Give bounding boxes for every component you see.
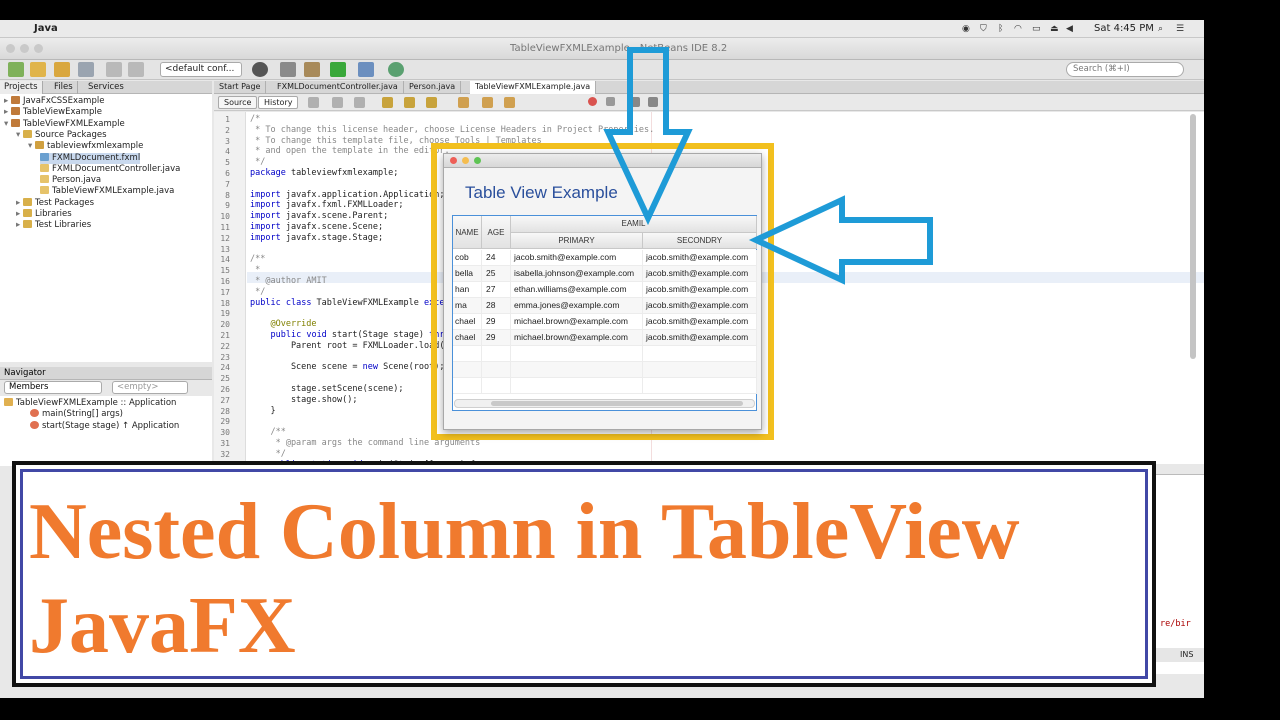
left-arrow — [748, 195, 933, 285]
video-frame: Java ◉ ⛉ ᛒ ◠ ▭ ⏏ ◀ Sat 4:45 PM ⌕ ☰ Table… — [0, 0, 1280, 720]
desktop-screen: Java ◉ ⛉ ᛒ ◠ ▭ ⏏ ◀ Sat 4:45 PM ⌕ ☰ Table… — [0, 0, 1204, 698]
right-letterbox — [1204, 0, 1280, 720]
banner-title-line-2: JavaFX — [29, 582, 296, 670]
bottom-letterbox — [0, 698, 1280, 720]
banner-title-line-1: Nested Column in TableView — [29, 488, 1020, 576]
title-banner: Nested Column in TableView JavaFX — [12, 461, 1156, 687]
down-arrow — [603, 47, 693, 226]
banner-inner-frame: Nested Column in TableView JavaFX — [20, 469, 1148, 679]
